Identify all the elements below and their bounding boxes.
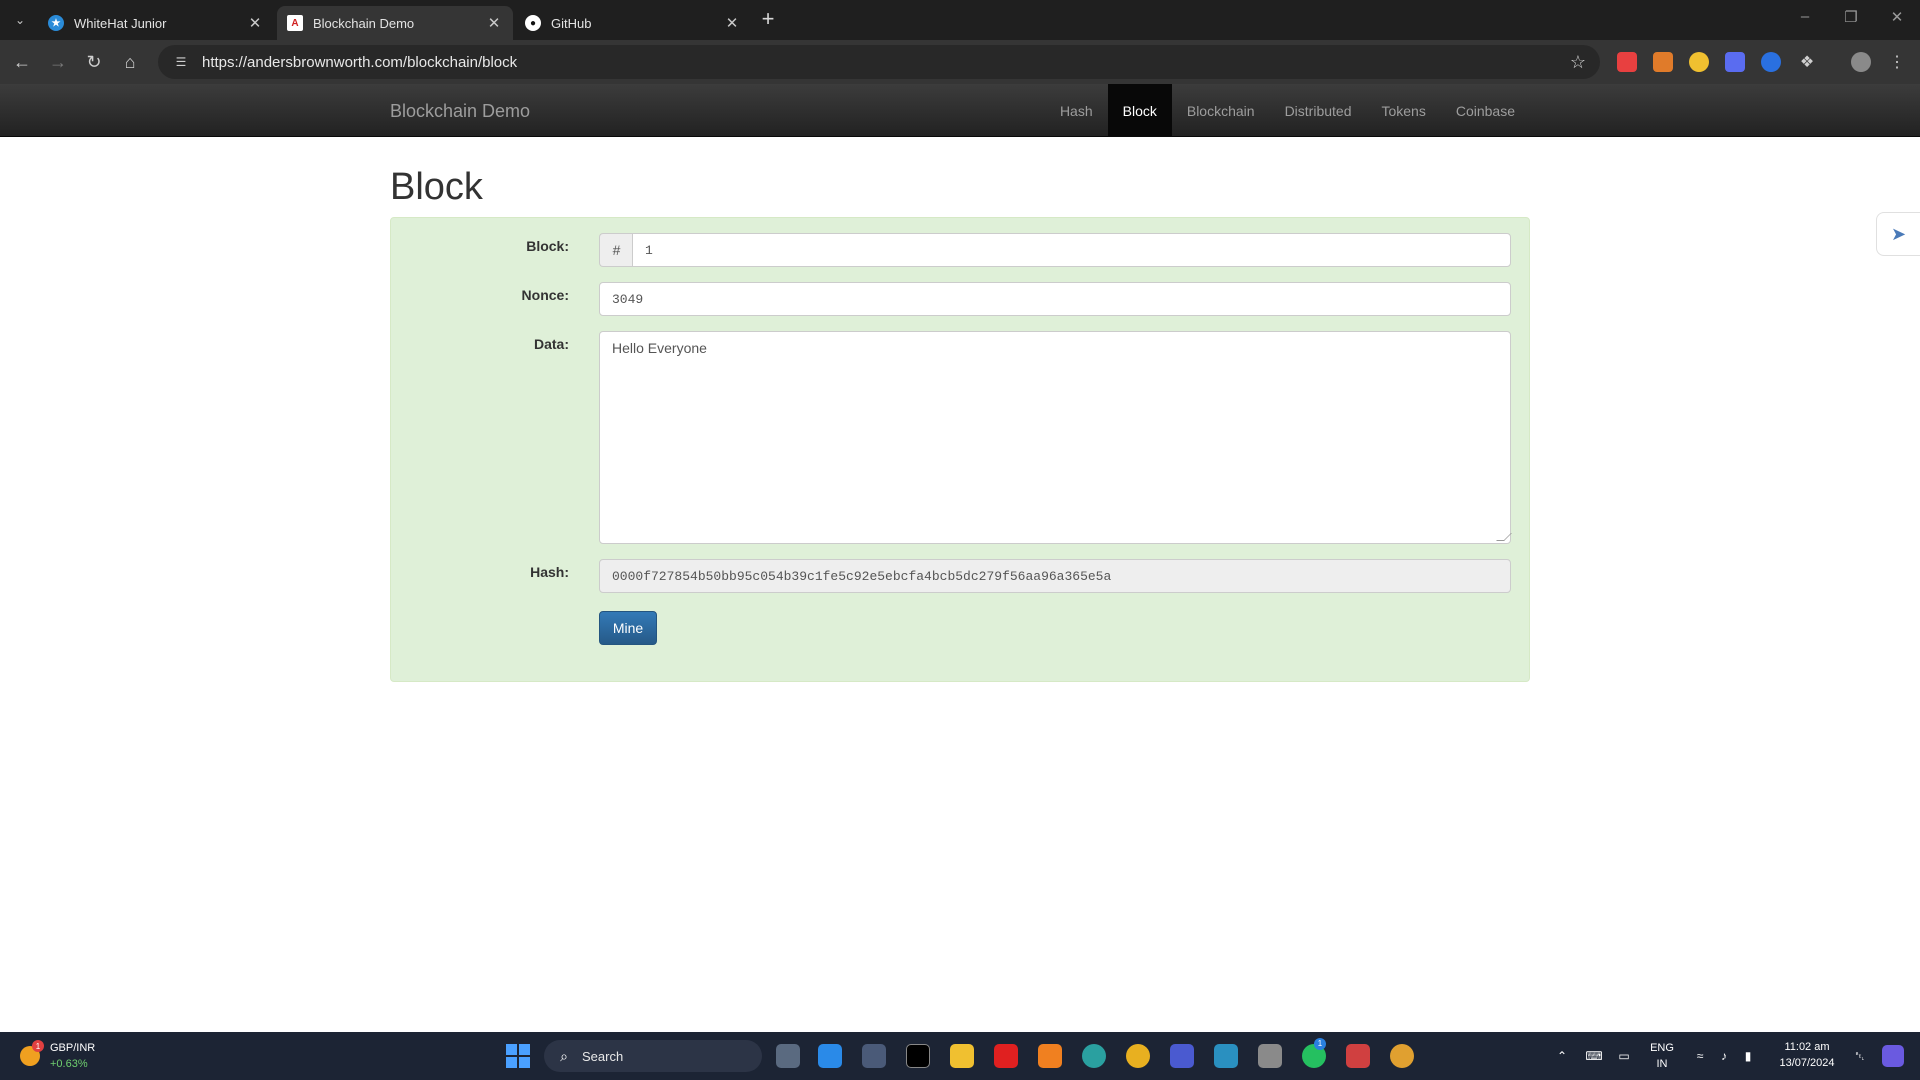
nav-tokens[interactable]: Tokens [1366, 84, 1440, 137]
block-number-input[interactable]: 1 [632, 233, 1511, 267]
tab-search-icon[interactable]: ⌄ [8, 8, 32, 32]
search-icon: ⌕ [560, 1047, 568, 1064]
profile-avatar[interactable] [1851, 52, 1871, 72]
close-icon[interactable]: ✕ [246, 14, 264, 32]
block-label: Block: [526, 238, 569, 254]
battery-icon[interactable]: ▮ [1740, 1048, 1756, 1064]
volume-mute-icon[interactable]: ♪ [1716, 1048, 1732, 1064]
site-navbar: Blockchain Demo Hash Block Blockchain Di… [0, 84, 1920, 137]
home-icon[interactable]: ⌂ [118, 50, 142, 74]
extension-icon[interactable] [1653, 52, 1673, 72]
wifi-icon[interactable]: ≈ [1692, 1048, 1708, 1064]
bookmark-star-icon[interactable]: ☆ [1566, 50, 1590, 74]
ticker-change: +0.63% [50, 1058, 88, 1070]
vscode-icon[interactable] [818, 1044, 842, 1068]
nav-coinbase[interactable]: Coinbase [1441, 84, 1530, 137]
close-icon[interactable]: ✕ [723, 14, 741, 32]
whatsapp-badge: 1 [1314, 1038, 1326, 1050]
windows-start-icon[interactable] [506, 1044, 530, 1068]
copilot-icon[interactable] [1882, 1045, 1904, 1067]
extension-icon[interactable] [1761, 52, 1781, 72]
data-label: Data: [533, 336, 569, 352]
back-icon[interactable]: ← [10, 50, 34, 74]
pocket-extension-icon[interactable] [1617, 52, 1637, 72]
browser-toolbar: ← → ↻ ⌂ ☰ https://andersbrownworth.com/b… [0, 40, 1920, 84]
chrome-icon[interactable] [1390, 1044, 1414, 1068]
reload-icon[interactable]: ↻ [82, 50, 106, 74]
web-page: Blockchain Demo Hash Block Blockchain Di… [0, 84, 1920, 1032]
new-tab-button[interactable]: + [758, 8, 778, 32]
region-label[interactable]: IN [1648, 1058, 1676, 1070]
chrome-icon[interactable] [1126, 1044, 1150, 1068]
nonce-input[interactable]: 3049 [599, 282, 1511, 316]
browser-tab-strip: ⌄ ★ WhiteHat Junior ✕ A Blockchain Demo … [0, 0, 1920, 40]
hash-output: 0000f727854b50bb95c054b39c1fe5c92e5ebcfa… [599, 559, 1511, 593]
block-number-prefix: # [599, 233, 633, 267]
nav-blockchain[interactable]: Blockchain [1172, 84, 1270, 137]
forward-icon[interactable]: → [46, 50, 70, 74]
resize-grip-icon[interactable] [1496, 533, 1512, 541]
app-icon[interactable] [906, 1044, 930, 1068]
rocket-side-widget-icon[interactable]: ➤ [1876, 212, 1920, 256]
taskbar-search[interactable]: ⌕ Search [544, 1040, 762, 1072]
site-info-icon[interactable]: ☰ [172, 53, 190, 71]
app-icon[interactable] [1258, 1044, 1282, 1068]
hash-label: Hash: [530, 564, 569, 580]
clock-date[interactable]: 13/07/2024 [1770, 1057, 1844, 1069]
task-view-icon[interactable] [776, 1044, 800, 1068]
language-label[interactable]: ENG [1648, 1042, 1676, 1054]
menu-kebab-icon[interactable]: ⋮ [1887, 52, 1907, 72]
nav-hash[interactable]: Hash [1045, 84, 1108, 137]
display-icon[interactable]: ▭ [1616, 1048, 1632, 1064]
clock-time[interactable]: 11:02 am [1770, 1041, 1844, 1053]
nav-distributed[interactable]: Distributed [1270, 84, 1367, 137]
teams-icon[interactable] [1170, 1044, 1194, 1068]
color-picker-extension-icon[interactable] [1689, 52, 1709, 72]
calculator-icon[interactable] [862, 1044, 886, 1068]
restore-button[interactable]: ❐ [1836, 8, 1866, 32]
site-nav: Hash Block Blockchain Distributed Tokens… [1045, 84, 1530, 137]
tab-whitehat-junior[interactable]: ★ WhiteHat Junior ✕ [38, 6, 274, 40]
ticker-symbol: GBP/INR [50, 1042, 96, 1054]
block-form-panel: Block: # 1 Nonce: 3049 Data: Hello Every… [390, 217, 1530, 682]
weather-widget[interactable]: 1 GBP/INR +0.63% [20, 1040, 110, 1074]
data-textarea[interactable]: Hello Everyone [599, 331, 1512, 544]
file-explorer-icon[interactable] [950, 1044, 974, 1068]
close-window-button[interactable]: ✕ [1882, 8, 1912, 32]
address-bar[interactable]: ☰ https://andersbrownworth.com/blockchai… [158, 45, 1600, 79]
close-icon[interactable]: ✕ [485, 14, 503, 32]
page-title: Block [390, 166, 483, 208]
data-text: Hello Everyone [612, 340, 707, 356]
extension-icon[interactable] [1725, 52, 1745, 72]
chevron-up-icon[interactable]: ⌃ [1554, 1048, 1570, 1064]
tab-github[interactable]: ● GitHub ✕ [515, 6, 751, 40]
app-icon[interactable] [1346, 1044, 1370, 1068]
keyboard-icon[interactable]: ⌨ [1585, 1048, 1602, 1064]
blockchain-demo-icon: A [287, 15, 303, 31]
url-text[interactable]: https://andersbrownworth.com/blockchain/… [202, 54, 1566, 71]
tab-title: Blockchain Demo [313, 15, 415, 31]
tab-title: GitHub [551, 15, 592, 31]
notification-bell-icon[interactable]: ␇ [1852, 1048, 1868, 1064]
minimize-button[interactable]: – [1790, 8, 1820, 32]
search-label: Search [582, 1048, 624, 1064]
app-icon[interactable] [1214, 1044, 1238, 1068]
tab-title: WhiteHat Junior [74, 15, 167, 31]
sublime-text-icon[interactable] [1038, 1044, 1062, 1068]
notification-badge: 1 [32, 1040, 44, 1052]
youtube-icon[interactable] [994, 1044, 1018, 1068]
github-icon: ● [525, 15, 541, 31]
mine-button[interactable]: Mine [599, 611, 657, 645]
edge-icon[interactable] [1082, 1044, 1106, 1068]
windows-taskbar: 1 GBP/INR +0.63% ⌕ Search 1 ⌃ ⌨ ▭ ENG IN… [0, 1032, 1920, 1080]
whitehat-icon: ★ [48, 15, 64, 31]
site-brand[interactable]: Blockchain Demo [390, 101, 530, 122]
nav-block[interactable]: Block [1107, 84, 1172, 137]
puzzle-extensions-icon[interactable]: ❖ [1797, 52, 1817, 72]
tab-blockchain-demo[interactable]: A Blockchain Demo ✕ [277, 6, 513, 40]
nonce-label: Nonce: [521, 287, 569, 303]
